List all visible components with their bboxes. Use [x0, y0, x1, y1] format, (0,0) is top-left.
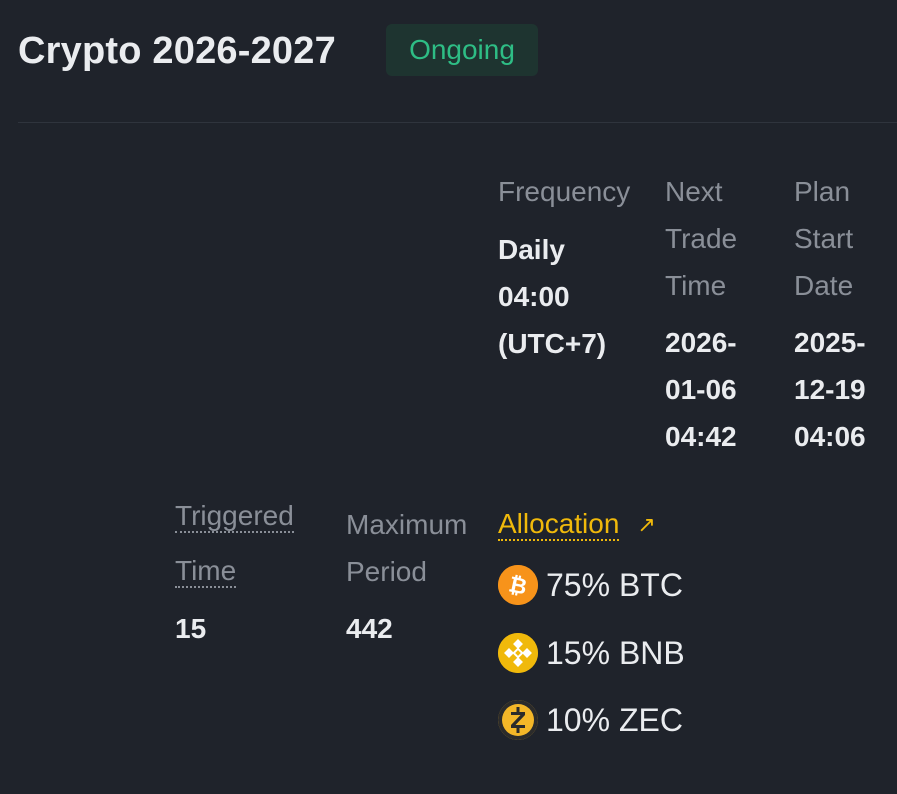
next-trade-time-value-line-1: 2026-: [665, 327, 737, 358]
maximum-period-label-line-1: Maximum: [346, 509, 468, 540]
frequency-value-line-2: 04:00: [498, 281, 570, 312]
frequency-value-line-1: Daily: [498, 234, 565, 265]
header-divider: [18, 122, 897, 123]
status-badge: Ongoing: [386, 24, 538, 76]
bnb-icon: [498, 633, 538, 673]
next-trade-time-label-line-1: Next: [665, 176, 723, 207]
next-trade-time-value-line-2: 01-06: [665, 374, 737, 405]
plan-start-date-label-line-1: Plan: [794, 176, 851, 207]
zcash-icon: [498, 700, 538, 740]
maximum-period-value: 442: [346, 613, 393, 644]
triggered-time-label-line-1[interactable]: Triggered: [175, 500, 294, 533]
plan-start-date-label-line-3: Date: [794, 270, 854, 301]
plan-title: Crypto 2026-2027: [18, 30, 336, 72]
frequency-label: Frequency: [498, 176, 631, 207]
triggered-time-label-line-2[interactable]: Time: [175, 555, 237, 588]
triggered-time-label-text-2[interactable]: Time: [175, 555, 237, 588]
allocation-item-zec: 10% ZEC: [498, 700, 683, 740]
allocation-item-text: 75% BTC: [546, 566, 683, 603]
triggered-time-label-text-1[interactable]: Triggered: [175, 500, 294, 533]
allocation-item-btc: ₿ 75% BTC: [498, 565, 683, 605]
plan-start-date-value-line-3: 04:06: [794, 421, 866, 452]
allocation-item-text: 10% ZEC: [546, 701, 683, 738]
triggered-time-value: 15: [175, 613, 207, 644]
frequency-value-line-3: (UTC+7): [498, 328, 607, 359]
next-trade-time-label-line-3: Time: [665, 270, 727, 301]
plan-start-date-value-line-2: 12-19: [794, 374, 866, 405]
plan-start-date-value-line-1: 2025-: [794, 327, 866, 358]
maximum-period-label-line-2: Period: [346, 556, 427, 587]
bitcoin-icon: ₿: [498, 565, 538, 605]
plan-start-date-label-line-2: Start: [794, 223, 854, 254]
allocation-link[interactable]: Allocation ↗: [498, 501, 656, 548]
allocation-item-text: 15% BNB: [546, 634, 685, 671]
allocation-item-bnb: 15% BNB: [498, 633, 685, 673]
external-arrow-icon[interactable]: ↗: [637, 501, 655, 548]
next-trade-time-label-line-2: Trade: [665, 223, 738, 254]
allocation-label[interactable]: Allocation: [498, 508, 620, 541]
next-trade-time-value-line-3: 04:42: [665, 421, 737, 452]
